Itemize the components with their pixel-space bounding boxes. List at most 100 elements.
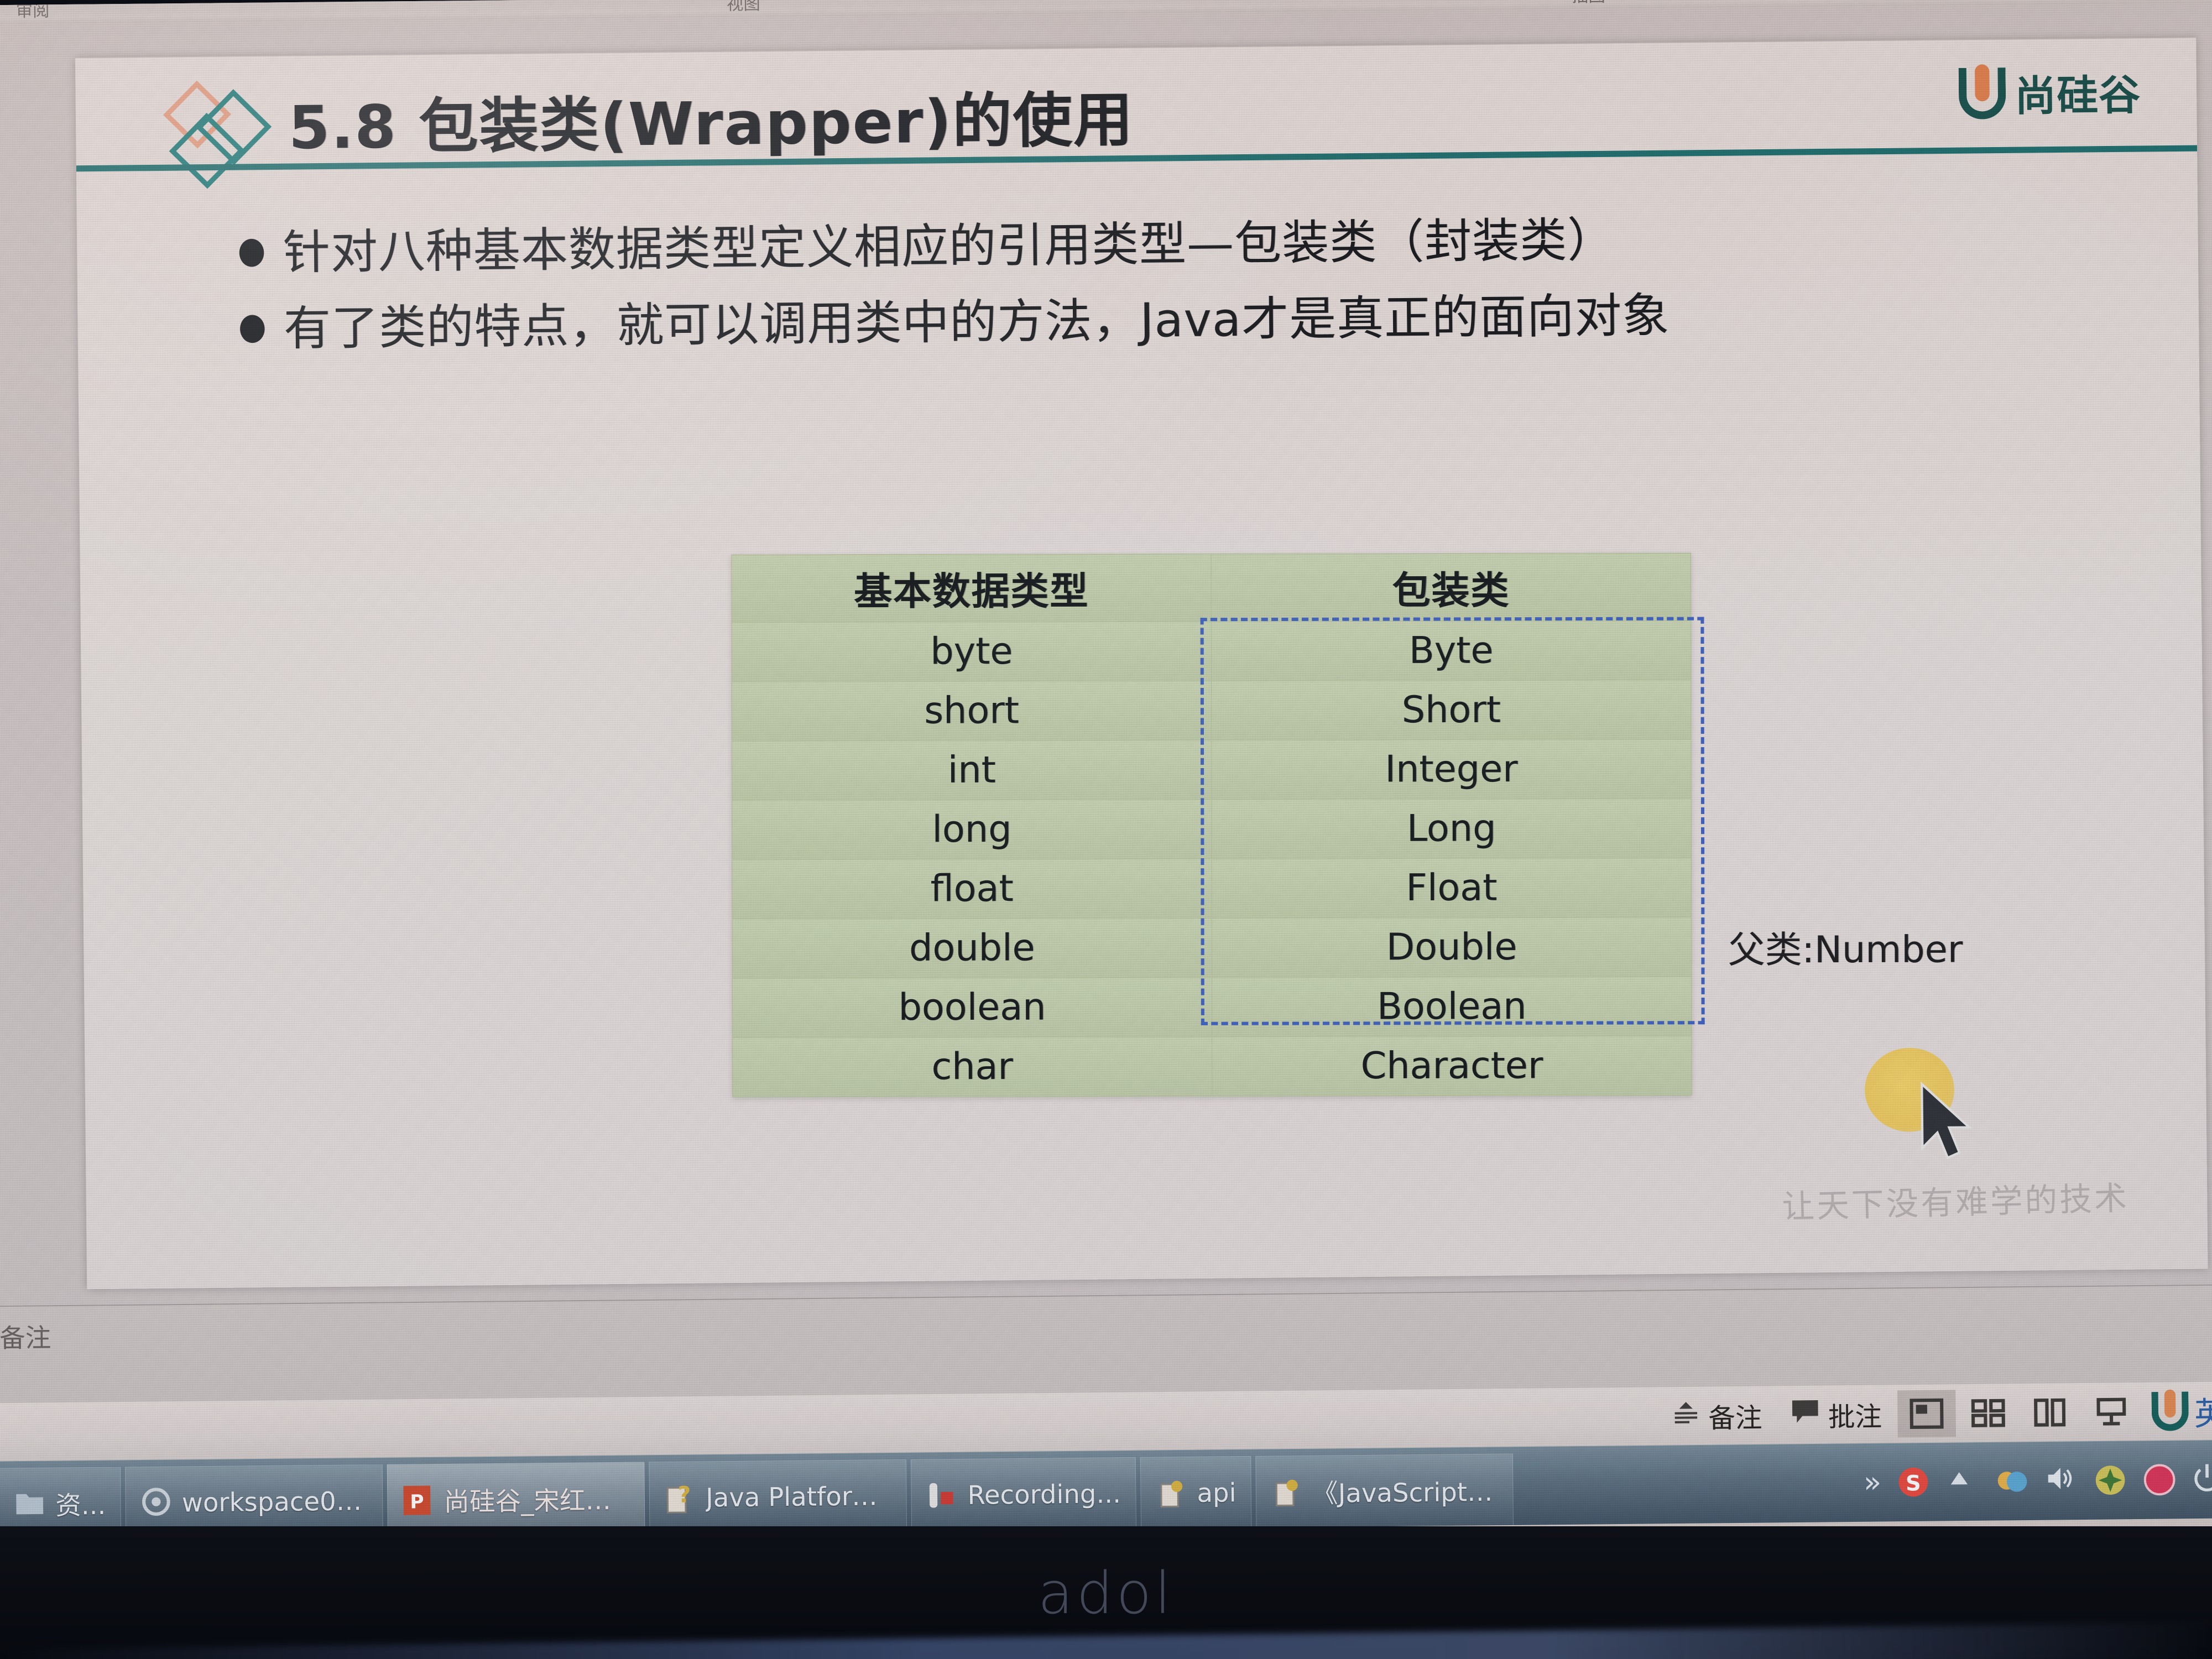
bullet-list: 针对八种基本数据类型定义相应的引用类型—包装类（封装类） 有了类的特点，就可以调… [239, 206, 2132, 377]
list-item: 有了类的特点，就可以调用类中的方法，Java才是真正的面向对象 [239, 283, 2132, 358]
cell-primitive-type: byte [732, 621, 1212, 681]
slide-watermark: 让天下没有难学的技术 [1781, 1179, 2130, 1226]
slide-canvas[interactable]: 5.8 包装类(Wrapper)的使用 尚硅谷 针对八种基本数据类型定义相应的引… [0, 3, 2212, 1306]
powerpoint-icon: P [402, 1483, 434, 1517]
column-header-wrapper: 包装类 [1211, 553, 1691, 622]
parent-class-annotation: 父类:Number [1728, 927, 1963, 972]
wrapper-types-table: 基本数据类型 包装类 byte Byte short Short int Integer l… [731, 552, 1692, 1097]
table-row: long Long [732, 798, 1692, 859]
comments-toggle-button[interactable]: 批注 [1777, 1389, 1894, 1440]
taskbar-item-4[interactable]: Recording... [910, 1457, 1136, 1531]
cell-primitive-type: char [732, 1036, 1212, 1097]
power-icon[interactable] [2192, 1462, 2212, 1496]
table-header-row: 基本数据类型 包装类 [731, 553, 1691, 622]
onedrive-icon[interactable] [1994, 1464, 2029, 1499]
sogou-ime-icon [2151, 1391, 2189, 1431]
ribbon-tab-3[interactable]: 编辑 [2120, 0, 2154, 2]
page-title: 5.8 包装类(Wrapper)的使用 [288, 85, 1134, 163]
cell-wrapper-class: Byte [1211, 620, 1691, 681]
ime-mode-label: 英 [2194, 1394, 2212, 1433]
brand-logo: 尚硅谷 [1958, 62, 2141, 123]
ime-indicator[interactable]: 英 [2143, 1387, 2212, 1436]
cell-primitive-type: boolean [732, 977, 1212, 1037]
eclipse-icon [140, 1486, 172, 1520]
svg-text:?: ? [678, 1481, 691, 1507]
laptop-screen: 审阅 视图 插图 编辑 5.8 包装类(Wrapper)的使用 尚硅谷 [0, 0, 2212, 1561]
ribbon-tab-0[interactable]: 审阅 [16, 0, 50, 22]
recorder-icon [926, 1478, 957, 1512]
cell-primitive-type: long [732, 799, 1212, 859]
svg-text:P: P [410, 1491, 424, 1513]
normal-view-icon [1909, 1398, 1944, 1430]
chm-icon [1271, 1475, 1302, 1509]
view-normal-button[interactable] [1897, 1390, 1957, 1438]
bullet-dot-icon [239, 238, 264, 267]
reading-view-icon [2032, 1397, 2067, 1428]
slide-show-view-icon [2094, 1396, 2128, 1428]
comments-label: 批注 [1828, 1401, 1882, 1433]
sogou-icon[interactable]: S [1896, 1464, 1931, 1499]
volume-icon[interactable] [2043, 1463, 2078, 1498]
taskbar-item-label: Recording... [967, 1478, 1121, 1510]
column-header-primitive: 基本数据类型 [731, 554, 1212, 622]
taskbar-item-5[interactable]: api [1140, 1455, 1252, 1529]
taskbar-item-label: 尚硅谷_宋红康_... [444, 1484, 630, 1517]
stop-recording-icon[interactable] [2142, 1462, 2177, 1497]
notes-placeholder[interactable]: 备注 [0, 1318, 51, 1355]
bullet-text: 有了类的特点，就可以调用类中的方法，Java才是真正的面向对象 [283, 288, 1670, 357]
cell-wrapper-class: Float [1212, 857, 1692, 918]
taskbar-item-label: api [1197, 1477, 1237, 1508]
security-shield-icon[interactable] [2093, 1463, 2127, 1498]
laptop-bezel: adol [0, 1526, 2212, 1659]
taskbar-overflow-label[interactable]: » [1864, 1465, 1882, 1499]
diamond-logo-icon [163, 80, 299, 189]
cell-wrapper-class: Double [1212, 916, 1692, 977]
list-item: 针对八种基本数据类型定义相应的引用类型—包装类（封装类） [239, 206, 2131, 282]
notes-icon [1671, 1400, 1700, 1432]
svg-text:S: S [1906, 1471, 1921, 1496]
laptop-brand-logo: adol [1037, 1559, 1175, 1627]
taskbar-item-label: 资... [55, 1489, 106, 1521]
taskbar-item-label: workspace01... [181, 1485, 368, 1518]
table-row: boolean Boolean [732, 976, 1692, 1037]
table-row: char Character [732, 1035, 1692, 1097]
table-row: float Float [732, 857, 1692, 919]
cell-primitive-type: double [732, 917, 1212, 978]
taskbar-item-2[interactable]: P 尚硅谷_宋红康_... [387, 1462, 645, 1536]
taskbar-item-3[interactable]: ? Java Platform ... [649, 1459, 907, 1533]
cell-wrapper-class: Boolean [1212, 976, 1692, 1037]
system-tray[interactable]: » S [1852, 1440, 2212, 1522]
chm-icon [1155, 1476, 1187, 1510]
bullet-text: 针对八种基本数据类型定义相应的引用类型—包装类（封装类） [283, 212, 1615, 280]
view-slide-sorter-button[interactable] [1959, 1389, 2017, 1437]
taskbar-item-label: Java Platform ... [705, 1480, 892, 1512]
slide[interactable]: 5.8 包装类(Wrapper)的使用 尚硅谷 针对八种基本数据类型定义相应的引… [75, 38, 2208, 1290]
ribbon-tab-2[interactable]: 插图 [1572, 0, 1605, 7]
slide-sorter-view-icon [1971, 1397, 2006, 1429]
ribbon-tab-1[interactable]: 视图 [727, 0, 760, 15]
bullet-dot-icon [239, 315, 265, 343]
folder-icon [14, 1487, 45, 1521]
table-row: byte Byte [732, 620, 1691, 681]
cell-wrapper-class: Long [1211, 798, 1692, 859]
show-hidden-icons-icon[interactable] [1945, 1464, 1980, 1499]
slide-title-band: 5.8 包装类(Wrapper)的使用 尚硅谷 [75, 38, 2198, 189]
table-row: short Short [732, 679, 1692, 741]
taskbar-item-label: 《JavaScript 语言参考 [1312, 1475, 1499, 1509]
notes-label: 备注 [1708, 1402, 1762, 1434]
taskbar-item-6[interactable]: 《JavaScript 语言参考 [1255, 1453, 1514, 1528]
cell-wrapper-class: Integer [1211, 739, 1692, 799]
cell-primitive-type: int [732, 739, 1212, 800]
photo-of-laptop-screen: 审阅 视图 插图 编辑 5.8 包装类(Wrapper)的使用 尚硅谷 [0, 0, 2212, 1659]
help-icon: ? [664, 1480, 696, 1514]
cell-primitive-type: short [732, 680, 1212, 741]
notes-toggle-button[interactable]: 备注 [1659, 1390, 1775, 1442]
table-row: int Integer [732, 739, 1692, 800]
view-reading-button[interactable] [2021, 1389, 2079, 1436]
atguigu-mark-icon [1958, 67, 2006, 119]
brand-name: 尚硅谷 [2014, 71, 2141, 121]
cell-primitive-type: float [732, 858, 1212, 919]
view-slide-show-button[interactable] [2082, 1388, 2141, 1436]
cell-wrapper-class: Character [1212, 1035, 1692, 1096]
comment-icon [1790, 1398, 1820, 1432]
